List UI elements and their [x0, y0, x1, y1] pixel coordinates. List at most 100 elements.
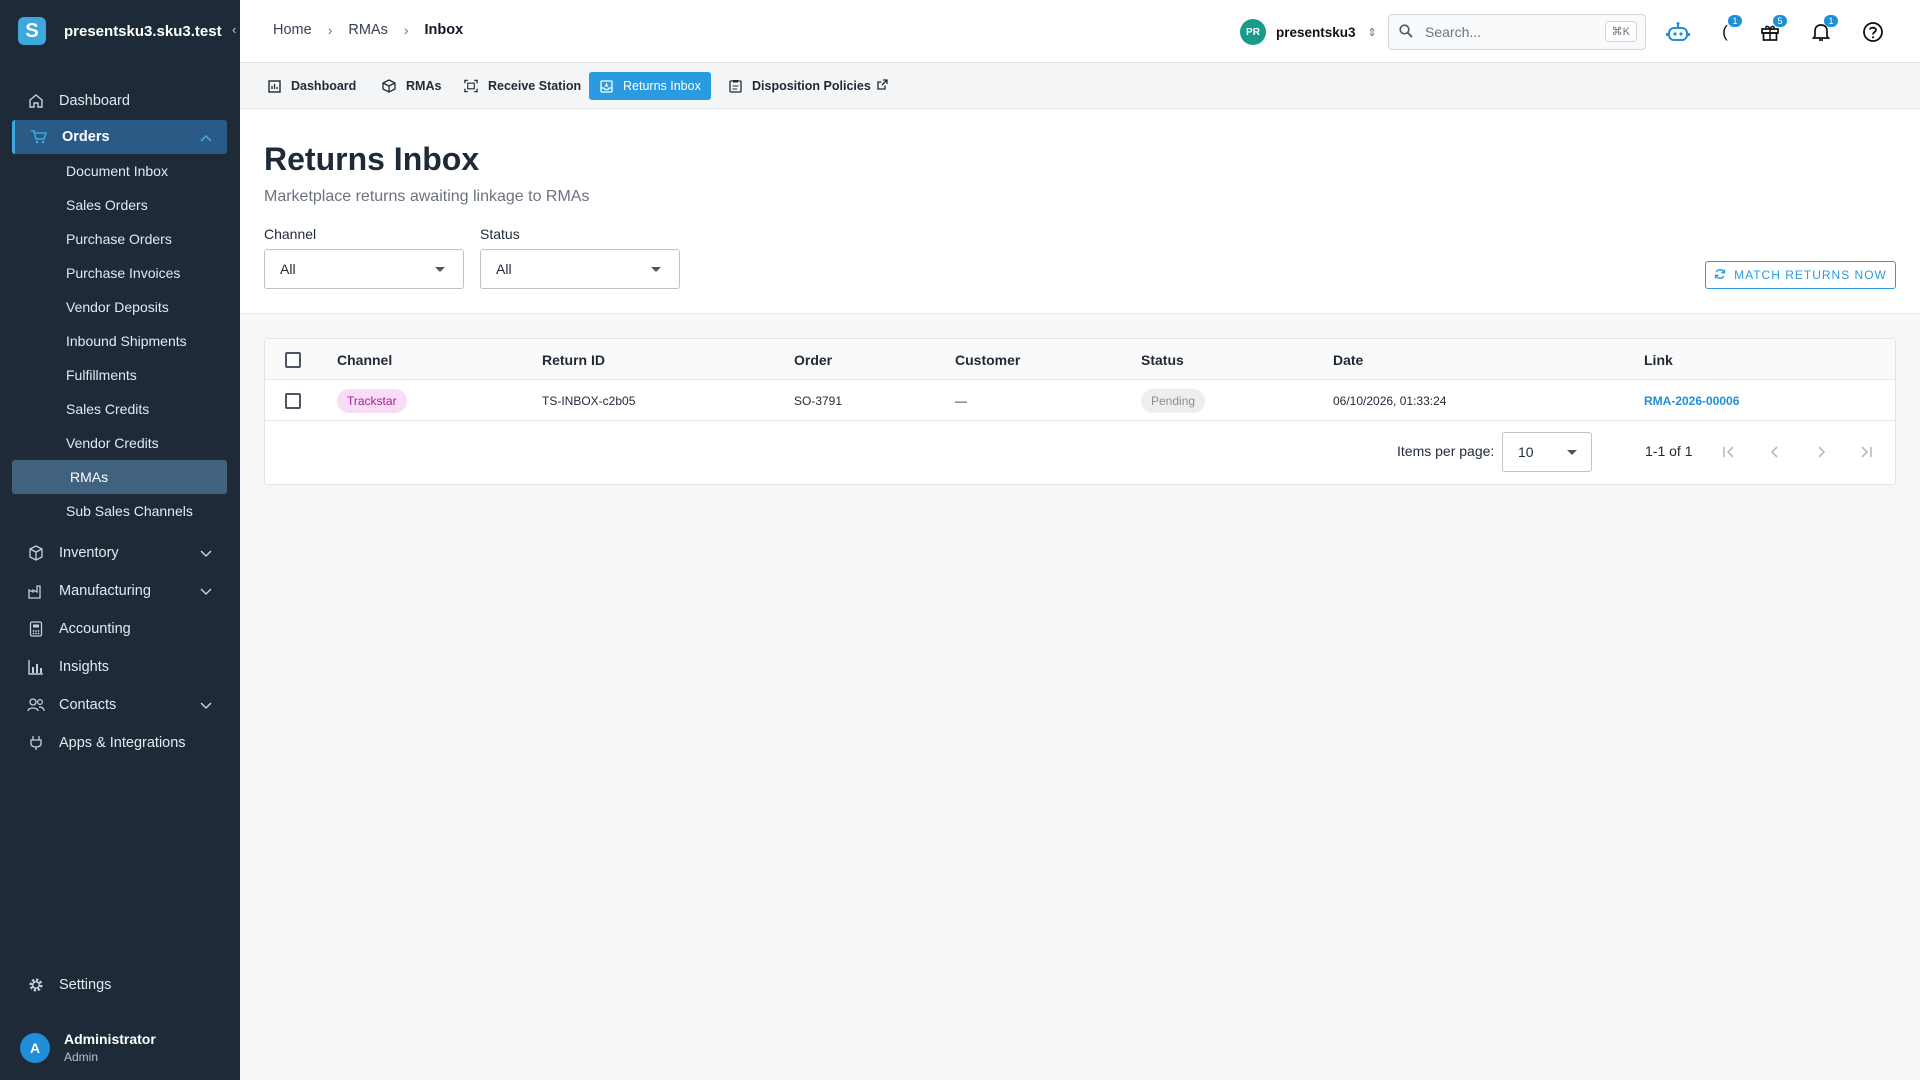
- order-cell: SO-3791: [794, 393, 843, 408]
- factory-icon: [27, 582, 45, 600]
- return-id-cell: TS-INBOX-c2b05: [542, 393, 636, 408]
- sidebar-item-manufacturing[interactable]: Manufacturing: [0, 572, 240, 610]
- sidebar-subitem-purchase-orders[interactable]: Purchase Orders: [0, 222, 240, 256]
- sidebar-item-inventory[interactable]: Inventory: [0, 534, 240, 572]
- table-header: Channel Return ID Order Customer Status …: [265, 339, 1895, 380]
- status-select[interactable]: All: [480, 249, 680, 289]
- items-per-page-value: 10: [1518, 444, 1534, 460]
- select-all-checkbox[interactable]: [285, 339, 301, 380]
- dashboard-icon: [267, 79, 281, 93]
- rma-link-cell: RMA-2026-00006: [1644, 380, 1739, 421]
- sort-updown-icon: ⇕: [1367, 26, 1377, 39]
- user-role: Admin: [64, 1050, 99, 1064]
- column-header-channel[interactable]: Channel: [337, 339, 392, 380]
- notes-badge: 1: [1728, 15, 1742, 27]
- assistant-robot-icon[interactable]: [1665, 19, 1691, 45]
- search-icon: [1399, 23, 1413, 41]
- section-tabs: Dashboard RMAs Receive Station Returns I…: [240, 63, 1920, 109]
- column-header-status[interactable]: Status: [1141, 339, 1184, 380]
- search-placeholder: Search...: [1425, 24, 1482, 40]
- sidebar-subitem-document-inbox[interactable]: Document Inbox: [0, 154, 240, 188]
- sidebar-subitem-vendor-deposits[interactable]: Vendor Deposits: [0, 290, 240, 324]
- user-name: Administrator: [64, 1031, 156, 1047]
- bell-icon[interactable]: 1: [1808, 15, 1838, 45]
- sidebar-item-label: Settings: [59, 977, 112, 993]
- orders-submenu: Document Inbox Sales Orders Purchase Ord…: [0, 154, 240, 528]
- sidebar-item-dashboard[interactable]: Dashboard: [0, 82, 240, 120]
- status-select-value: All: [496, 261, 512, 277]
- column-header-customer[interactable]: Customer: [955, 339, 1020, 380]
- breadcrumb-current: Inbox: [424, 22, 464, 38]
- customer-cell: —: [955, 393, 967, 408]
- next-page-icon[interactable]: [1810, 441, 1832, 463]
- plug-icon: [27, 734, 45, 752]
- tab-label: Returns Inbox: [623, 79, 701, 93]
- rma-link[interactable]: RMA-2026-00006: [1644, 394, 1739, 408]
- column-header-return-id[interactable]: Return ID: [542, 339, 605, 380]
- sidebar-subitem-sales-orders[interactable]: Sales Orders: [0, 188, 240, 222]
- sidebar-subitem-sales-credits[interactable]: Sales Credits: [0, 392, 240, 426]
- column-header-link[interactable]: Link: [1644, 339, 1673, 380]
- sidebar-item-orders[interactable]: Orders: [12, 120, 227, 154]
- box-icon: [27, 544, 45, 562]
- match-returns-now-button[interactable]: MATCH RETURNS NOW: [1705, 261, 1896, 289]
- gear-icon: [27, 976, 45, 994]
- sidebar-item-contacts[interactable]: Contacts: [0, 686, 240, 724]
- tab-rmas[interactable]: RMAs: [372, 72, 451, 100]
- top-header: Home › RMAs › Inbox PR presentsku3 ⇕ Sea…: [240, 0, 1920, 63]
- sidebar-item-accounting[interactable]: Accounting: [0, 610, 240, 648]
- sidebar-subitem-purchase-invoices[interactable]: Purchase Invoices: [0, 256, 240, 290]
- tab-label: Dashboard: [291, 79, 357, 93]
- breadcrumb-home[interactable]: Home: [273, 22, 312, 38]
- tab-receive-station[interactable]: Receive Station: [454, 72, 591, 100]
- sidebar-item-apps-integrations[interactable]: Apps & Integrations: [0, 724, 240, 762]
- date-cell: 06/10/2026, 01:33:24: [1333, 393, 1447, 408]
- calculator-icon: [27, 620, 45, 638]
- gift-icon[interactable]: 5: [1757, 15, 1787, 45]
- chevron-right-icon: ›: [403, 22, 409, 38]
- caret-down-icon: [1567, 450, 1577, 455]
- app-logo[interactable]: S: [18, 17, 46, 45]
- sidebar-item-insights[interactable]: Insights: [0, 648, 240, 686]
- sidebar-subitem-sub-sales-channels[interactable]: Sub Sales Channels: [0, 494, 240, 528]
- row-checkbox[interactable]: [285, 380, 301, 421]
- tab-disposition-policies[interactable]: Disposition Policies: [718, 72, 898, 100]
- column-header-order[interactable]: Order: [794, 339, 832, 380]
- column-header-date[interactable]: Date: [1333, 339, 1363, 380]
- pagination: Items per page: 10 1-1 of 1: [265, 421, 1895, 485]
- sidebar-subitem-inbound-shipments[interactable]: Inbound Shipments: [0, 324, 240, 358]
- page-header-panel: Returns Inbox Marketplace returns awaiti…: [240, 109, 1920, 314]
- notes-icon[interactable]: ( 1: [1712, 15, 1742, 45]
- page-subtitle: Marketplace returns awaiting linkage to …: [264, 188, 590, 205]
- user-profile[interactable]: A Administrator Admin: [20, 1031, 156, 1064]
- caret-down-icon: [651, 267, 661, 272]
- org-switcher[interactable]: PR presentsku3 ⇕: [1240, 19, 1377, 45]
- sidebar-item-label: Insights: [59, 659, 109, 675]
- help-icon[interactable]: [1860, 19, 1886, 45]
- bar-chart-icon: [27, 658, 45, 676]
- sidebar-subitem-vendor-credits[interactable]: Vendor Credits: [0, 426, 240, 460]
- sidebar-nav: Dashboard Orders Document Inbox Sales Or…: [0, 62, 240, 762]
- external-link-icon: [877, 79, 888, 93]
- channel-filter-label: Channel: [264, 226, 317, 242]
- tab-dashboard[interactable]: Dashboard: [257, 72, 366, 100]
- sidebar-subitem-rmas[interactable]: RMAs: [12, 460, 227, 494]
- table-row[interactable]: Trackstar TS-INBOX-c2b05 SO-3791 — Pendi…: [265, 380, 1895, 421]
- tab-label: Disposition Policies: [752, 79, 871, 93]
- status-badge: Pending: [1141, 388, 1206, 413]
- first-page-icon[interactable]: [1718, 441, 1740, 463]
- items-per-page-select[interactable]: 10: [1502, 432, 1592, 472]
- notifications-badge: 1: [1824, 15, 1838, 27]
- sidebar-item-settings[interactable]: Settings: [0, 966, 240, 1004]
- tab-returns-inbox[interactable]: Returns Inbox: [589, 72, 711, 100]
- sidebar-item-label: Apps & Integrations: [59, 735, 186, 751]
- sidebar-subitem-fulfillments[interactable]: Fulfillments: [0, 358, 240, 392]
- people-icon: [27, 696, 45, 714]
- search-input[interactable]: Search... ⌘K: [1388, 14, 1646, 50]
- previous-page-icon[interactable]: [1764, 441, 1786, 463]
- channel-chip: Trackstar: [337, 388, 407, 413]
- sync-icon: [1714, 268, 1726, 283]
- last-page-icon[interactable]: [1855, 441, 1877, 463]
- breadcrumb-rmas[interactable]: RMAs: [348, 22, 387, 38]
- channel-select[interactable]: All: [264, 249, 464, 289]
